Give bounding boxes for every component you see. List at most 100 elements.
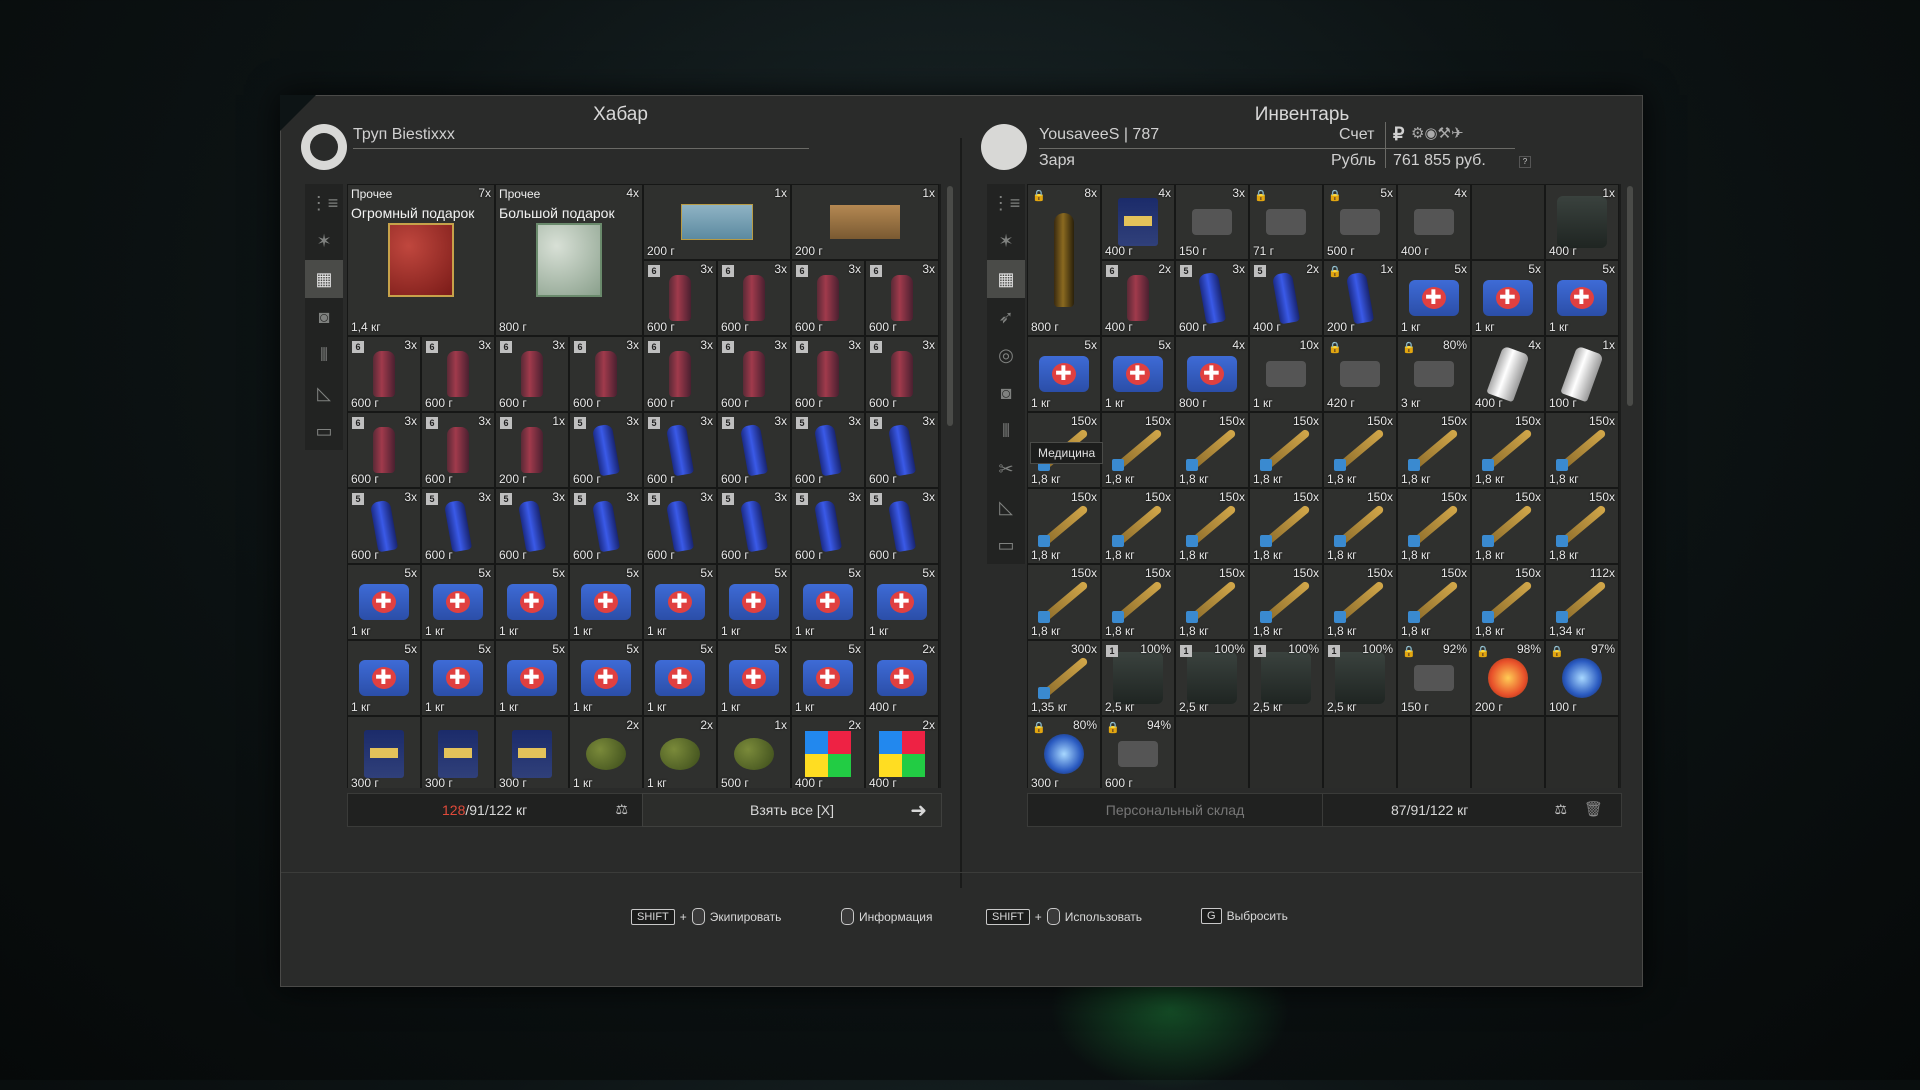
inventory-item-slot[interactable]: 5 2x 400 г — [1249, 260, 1323, 336]
help-icon[interactable]: ? — [1519, 156, 1531, 168]
loot-item-slot[interactable]: 5 3x 600 г — [717, 412, 791, 488]
loot-item-slot[interactable]: 5x 1 кг — [717, 564, 791, 640]
inventory-item-slot[interactable]: 150x 1,8 кг — [1471, 412, 1545, 488]
loot-item-slot[interactable]: 6 3x 600 г — [569, 336, 643, 412]
loot-item-slot[interactable]: 1x 500 г — [717, 716, 791, 788]
inventory-item-slot[interactable]: 150x 1,8 кг — [1323, 564, 1397, 640]
inventory-item-slot[interactable]: 5 3x 600 г — [1175, 260, 1249, 336]
loot-item-slot[interactable]: 5 3x 600 г — [495, 488, 569, 564]
loot-item-slot[interactable]: 5 3x 600 г — [347, 488, 421, 564]
loot-item-slot[interactable]: 6 3x 600 г — [717, 260, 791, 336]
loot-item-slot[interactable]: 5x 1 кг — [569, 564, 643, 640]
inventory-item-slot[interactable]: 10x 1 кг — [1249, 336, 1323, 412]
loot-item-slot[interactable]: 5x 1 кг — [421, 640, 495, 716]
inventory-item-slot[interactable]: 🔒 98% 200 г — [1471, 640, 1545, 716]
loot-item-slot[interactable]: 5x 1 кг — [495, 640, 569, 716]
inventory-item-slot[interactable]: 🔒 94% 600 г — [1101, 716, 1175, 788]
loot-item-slot[interactable]: 5x 1 кг — [347, 640, 421, 716]
inventory-item-slot[interactable]: 5x 1 кг — [1397, 260, 1471, 336]
inventory-item-slot[interactable]: 4x 400 г — [1471, 336, 1545, 412]
loot-item-slot[interactable]: 300 г — [347, 716, 421, 788]
tools-icon[interactable]: ✂ — [987, 450, 1025, 488]
loot-item-slot[interactable]: Прочее Большой подарок 4x 800 г — [495, 184, 643, 336]
inventory-item-slot[interactable]: 🔒 97% 100 г — [1545, 640, 1619, 716]
loot-item-slot[interactable]: 300 г — [495, 716, 569, 788]
loot-item-slot[interactable]: 5x 1 кг — [717, 640, 791, 716]
loot-item-slot[interactable]: 5x 1 кг — [643, 640, 717, 716]
loot-item-slot[interactable]: 5x 1 кг — [347, 564, 421, 640]
inventory-item-slot[interactable]: 150x 1,8 кг — [1175, 412, 1249, 488]
loot-item-slot[interactable]: 6 3x 600 г — [791, 336, 865, 412]
inventory-item-slot[interactable]: 112x 1,34 кг — [1545, 564, 1619, 640]
inventory-item-slot[interactable]: 🔒 80% 300 г — [1027, 716, 1101, 788]
inventory-item-slot[interactable]: 🔒 5x 500 г — [1323, 184, 1397, 260]
loot-item-slot[interactable]: 6 3x 600 г — [865, 336, 939, 412]
inventory-item-slot[interactable]: 150x 1,8 кг — [1471, 488, 1545, 564]
loot-item-slot[interactable]: 2x 1 кг — [643, 716, 717, 788]
inventory-item-slot[interactable]: 🔒 420 г — [1323, 336, 1397, 412]
loot-item-slot[interactable]: 2x 1 кг — [569, 716, 643, 788]
loot-item-slot[interactable]: 5 3x 600 г — [791, 488, 865, 564]
inventory-item-slot[interactable]: 5x 1 кг — [1471, 260, 1545, 336]
inventory-item-slot[interactable]: 150x 1,8 кг — [1175, 564, 1249, 640]
inventory-item-slot[interactable]: 150x 1,8 кг — [1027, 564, 1101, 640]
loot-item-slot[interactable]: Прочее Огромный подарок 7x 1,4 кг — [347, 184, 495, 336]
ruler-icon[interactable]: ◺ — [305, 374, 343, 412]
inventory-item-slot[interactable]: 150x 1,8 кг — [1249, 412, 1323, 488]
stash-bar[interactable]: Персональный склад — [1027, 793, 1323, 827]
inventory-item-slot[interactable]: 300x 1,35 кг — [1027, 640, 1101, 716]
loot-item-slot[interactable]: 5 3x 600 г — [791, 412, 865, 488]
inventory-item-slot[interactable]: 150x 1,8 кг — [1249, 488, 1323, 564]
loot-item-slot[interactable]: 6 3x 600 г — [643, 260, 717, 336]
inventory-item-slot[interactable]: 5x 1 кг — [1027, 336, 1101, 412]
loot-item-slot[interactable]: 6 3x 600 г — [643, 336, 717, 412]
loot-item-slot[interactable]: 5 3x 600 г — [865, 412, 939, 488]
inventory-item-slot[interactable]: 150x 1,8 кг — [1545, 412, 1619, 488]
loot-item-slot[interactable]: 6 3x 600 г — [347, 412, 421, 488]
loot-item-slot[interactable]: 5x 1 кг — [791, 640, 865, 716]
inventory-item-slot[interactable]: 150x 1,8 кг — [1545, 488, 1619, 564]
loot-item-slot[interactable]: 6 3x 600 г — [421, 412, 495, 488]
loot-item-slot[interactable]: 6 3x 600 г — [791, 260, 865, 336]
inventory-item-slot[interactable]: 6 2x 400 г — [1101, 260, 1175, 336]
loot-item-slot[interactable]: 5 3x 600 г — [643, 412, 717, 488]
weapon-icon[interactable]: ➶ — [987, 298, 1025, 336]
inventory-item-slot[interactable]: 150x 1,8 кг — [1101, 564, 1175, 640]
loot-item-slot[interactable]: 5 3x 600 г — [717, 488, 791, 564]
inventory-item-slot[interactable]: 4x 800 г — [1175, 336, 1249, 412]
inventory-scrollbar[interactable] — [1627, 186, 1633, 406]
inventory-item-slot[interactable]: 150x 1,8 кг — [1397, 564, 1471, 640]
loot-item-slot[interactable]: 5 3x 600 г — [421, 488, 495, 564]
inventory-item-slot[interactable]: 150x 1,8 кг — [1323, 412, 1397, 488]
inventory-item-slot[interactable]: 4x 400 г — [1397, 184, 1471, 260]
favorites-icon[interactable]: ✶ — [987, 222, 1025, 260]
ruble-icon[interactable]: ₽ — [1393, 124, 1404, 145]
inventory-item-slot[interactable]: 150x 1,8 кг — [1397, 488, 1471, 564]
loot-item-slot[interactable]: 5x 1 кг — [865, 564, 939, 640]
camera-icon[interactable]: ◙ — [305, 298, 343, 336]
inventory-item-slot[interactable]: 150x 1,8 кг — [1101, 412, 1175, 488]
ammo-filter-icon[interactable]: ⫴ — [987, 412, 1025, 450]
loot-item-slot[interactable]: 5x 1 кг — [643, 564, 717, 640]
loot-item-slot[interactable]: 2x 400 г — [791, 716, 865, 788]
loot-item-slot[interactable]: 6 3x 600 г — [865, 260, 939, 336]
inventory-item-slot[interactable]: 150x 1,8 кг — [1471, 564, 1545, 640]
loot-scrollbar[interactable] — [947, 186, 953, 426]
favorites-icon[interactable]: ✶ — [305, 222, 343, 260]
inventory-item-slot[interactable]: 150x 1,8 кг — [1175, 488, 1249, 564]
inventory-item-slot[interactable]: 150x 1,8 кг — [1249, 564, 1323, 640]
inventory-item-slot[interactable]: 150x 1,8 кг — [1323, 488, 1397, 564]
loot-item-slot[interactable]: 5 3x 600 г — [569, 488, 643, 564]
loot-item-slot[interactable]: 6 3x 600 г — [421, 336, 495, 412]
archive-icon[interactable]: ▭ — [987, 526, 1025, 564]
archive-icon[interactable]: ▭ — [305, 412, 343, 450]
inventory-item-slot[interactable]: 4x 400 г — [1101, 184, 1175, 260]
grid-all-icon[interactable]: ▦ — [305, 260, 343, 298]
loot-item-slot[interactable]: 5x 1 кг — [569, 640, 643, 716]
loot-item-slot[interactable]: 1x 200 г — [791, 184, 939, 260]
inventory-item-slot[interactable]: 1 100% 2,5 кг — [1175, 640, 1249, 716]
take-all-button[interactable]: Взять все [X] ➜ — [642, 793, 942, 827]
loot-item-slot[interactable]: 5x 1 кг — [791, 564, 865, 640]
inventory-item-slot[interactable]: 🔒 8x 800 г — [1027, 184, 1101, 336]
inventory-item-slot[interactable]: 150x 1,8 кг — [1397, 412, 1471, 488]
